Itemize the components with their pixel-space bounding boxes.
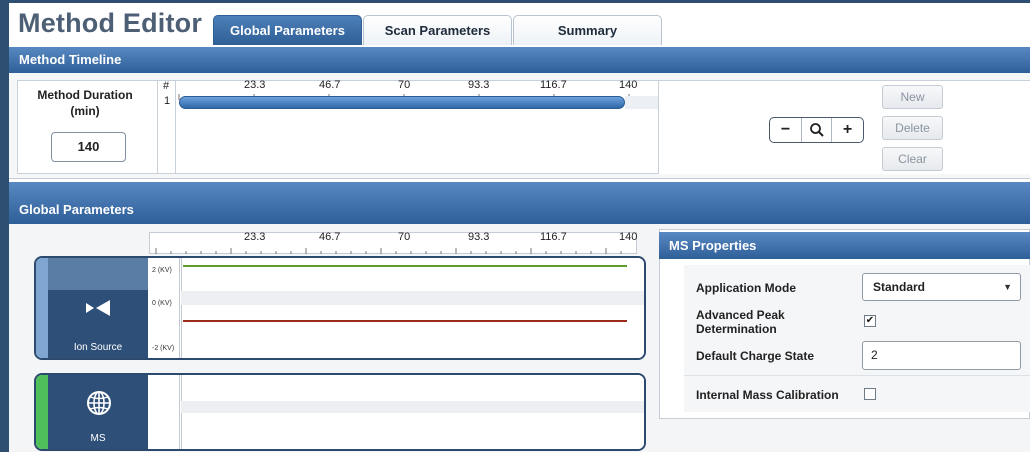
gp-tick-label: 46.7 [319,231,341,243]
internal-mass-label: Internal Mass Calibration [696,388,839,402]
magnifier-icon [809,123,824,137]
method-timeline-header: Method Timeline [9,47,1030,73]
zoom-in-button[interactable]: + [832,118,863,142]
global-parameters-header: Global Parameters [9,182,1030,224]
unit-label: -2 (KV) [152,345,175,352]
upper-voltage-line [183,265,627,267]
timeline-tick-label: 116.7 [540,79,567,91]
method-duration-label: Method Duration (min) [37,88,133,118]
gp-tick-label: 93.3 [468,231,490,243]
unit-label: 0 (KV) [152,300,172,307]
default-charge-input[interactable]: 2 [862,341,1021,370]
timeline-segment-bar[interactable] [179,96,625,109]
track-icon-pane-top [48,258,148,290]
gp-tick-label: 70 [398,231,411,243]
zoom-out-button[interactable]: − [770,118,801,142]
tab-summary[interactable]: Summary [513,15,662,45]
gp-tick-label: 116.7 [540,231,567,243]
track-strip [36,375,48,449]
advanced-peak-label: Advanced Peak Determination [696,308,785,336]
ion-source-plot [181,258,644,358]
track-units-column [148,375,180,449]
ms-label: MS [90,433,106,444]
tab-scan-parameters[interactable]: Scan Parameters [363,15,512,45]
row-number-header: # [163,80,170,92]
unit-label: 2 (KV) [152,267,172,274]
globe-icon [87,391,111,415]
ms-plot [181,375,644,449]
timeline-track-bg [625,96,658,109]
delete-button[interactable]: Delete [882,116,943,140]
new-button[interactable]: New [882,85,943,109]
ms-track[interactable]: MS [34,373,646,451]
application-mode-select[interactable]: Standard ▼ [862,273,1021,301]
track-strip [36,258,48,358]
row-number: 1 [164,95,171,107]
ms-properties-title: MS Properties [659,232,1030,259]
ion-source-icon [86,300,110,316]
advanced-peak-checkbox[interactable]: ✔ [864,315,876,327]
gp-tick-label: 23.3 [244,231,266,243]
ion-source-track[interactable]: Ion Source 2 (KV) 0 (KV) -2 (KV) [34,256,646,360]
clear-button[interactable]: Clear [882,147,943,171]
zoom-control: − + [769,117,864,143]
left-frame [0,0,9,452]
application-mode-value: Standard [873,280,926,294]
default-charge-label: Default Charge State [696,349,815,363]
timeline-tick-label: 93.3 [468,79,490,91]
gp-tick-label: 140 [619,231,638,243]
chevron-down-icon: ▼ [1003,282,1012,292]
lower-voltage-line [183,320,627,322]
timeline-tick-label: 140 [619,79,638,91]
timeline-tick-label: 70 [398,79,411,91]
timeline-scale [176,80,659,174]
tab-global-parameters[interactable]: Global Parameters [213,15,362,45]
timeline-tick-label: 46.7 [319,79,341,91]
zoom-fit-button[interactable] [801,118,832,142]
internal-mass-checkbox[interactable] [864,388,876,400]
timeline-tick-label: 23.3 [244,79,266,91]
application-mode-label: Application Mode [696,281,796,295]
property-divider [684,375,1030,376]
app-title: Method Editor [18,8,203,38]
ion-source-label: Ion Source [73,342,123,353]
method-duration-input[interactable]: 140 [51,132,126,162]
